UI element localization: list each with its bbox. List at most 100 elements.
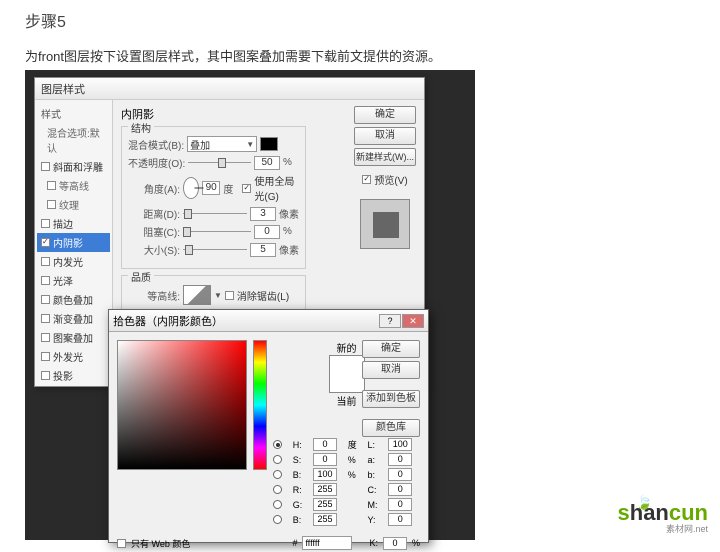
group-title: 品质 <box>128 269 154 284</box>
chevron-down-icon[interactable]: ▼ <box>214 291 222 300</box>
lab-b-field[interactable]: 0 <box>388 468 412 481</box>
size-value[interactable]: 5 <box>250 243 276 257</box>
saturation-value-field[interactable] <box>117 340 247 470</box>
sidebar-item-inner-glow[interactable]: 内发光 <box>37 252 110 271</box>
help-button[interactable]: ? <box>379 314 401 328</box>
sidebar-item-gradient-overlay[interactable]: 渐变叠加 <box>37 309 110 328</box>
sidebar-label: 内阴影 <box>53 235 83 250</box>
sidebar-item-bevel[interactable]: 斜面和浮雕 <box>37 157 110 176</box>
k-field[interactable]: 0 <box>383 537 407 550</box>
angle-dial[interactable] <box>183 177 199 199</box>
h-field[interactable]: 0 <box>313 438 337 451</box>
checkbox-icon[interactable] <box>41 333 50 342</box>
blend-mode-select[interactable]: 叠加▼ <box>187 136 257 152</box>
chevron-down-icon: ▼ <box>246 140 254 149</box>
picker-ok-button[interactable]: 确定 <box>362 340 420 358</box>
sidebar-label: 渐变叠加 <box>53 311 93 326</box>
sidebar-label: 内发光 <box>53 254 83 269</box>
sidebar-head[interactable]: 样式 <box>37 104 110 123</box>
distance-value[interactable]: 3 <box>250 207 276 221</box>
color-picker-dialog: 拾色器（内阴影颜色） ? ✕ 新的 当前 H:0度L:100 S:0%a:0 B… <box>108 309 429 543</box>
s-radio[interactable] <box>273 455 282 464</box>
contour-picker[interactable] <box>183 285 211 305</box>
color-swatch-pair <box>329 355 365 393</box>
checkbox-icon[interactable] <box>41 276 50 285</box>
r-field[interactable]: 255 <box>313 483 337 496</box>
b-field[interactable]: 100 <box>313 468 337 481</box>
ok-button[interactable]: 确定 <box>354 106 416 124</box>
checkbox-icon[interactable] <box>41 162 50 171</box>
sidebar-label: 颜色叠加 <box>53 292 93 307</box>
sidebar-blend[interactable]: 混合选项:默认 <box>37 123 110 157</box>
g-field[interactable]: 255 <box>313 498 337 511</box>
s-field[interactable]: 0 <box>313 453 337 466</box>
sidebar-item-drop-shadow[interactable]: 投影 <box>37 366 110 385</box>
a-field[interactable]: 0 <box>388 453 412 466</box>
web-only-checkbox[interactable] <box>117 539 126 548</box>
sidebar-item-outer-glow[interactable]: 外发光 <box>37 347 110 366</box>
opacity-label: 不透明度(O): <box>128 155 185 170</box>
add-swatch-button[interactable]: 添加到色板 <box>362 390 420 408</box>
checkbox-icon[interactable] <box>47 181 56 190</box>
distance-slider[interactable] <box>183 208 247 220</box>
page-title: 步骤5 <box>0 0 720 32</box>
checkbox-icon[interactable] <box>47 200 56 209</box>
px-unit: 像素 <box>279 206 299 221</box>
sidebar-label: 斜面和浮雕 <box>53 159 103 174</box>
page-description: 为front图层按下设置图层样式，其中图案叠加需要下载前文提供的资源。 <box>0 32 720 65</box>
px-unit: 像素 <box>279 242 299 257</box>
picker-cancel-button[interactable]: 取消 <box>362 361 420 379</box>
shadow-color-swatch[interactable] <box>260 137 278 151</box>
choke-value[interactable]: 0 <box>254 225 280 239</box>
hue-slider[interactable] <box>253 340 267 470</box>
new-style-button[interactable]: 新建样式(W)... <box>354 148 416 166</box>
sidebar-item-contour[interactable]: 等高线 <box>37 176 110 195</box>
color-library-button[interactable]: 颜色库 <box>362 419 420 437</box>
size-slider[interactable] <box>183 244 247 256</box>
sidebar-item-pattern-overlay[interactable]: 图案叠加 <box>37 328 110 347</box>
u: % <box>348 470 365 480</box>
l-field[interactable]: 100 <box>388 438 412 451</box>
new-color-swatch <box>330 356 364 374</box>
bb-field[interactable]: 255 <box>313 513 337 526</box>
bb-radio[interactable] <box>273 515 282 524</box>
group-title: 结构 <box>128 120 154 135</box>
c-field[interactable]: 0 <box>388 483 412 496</box>
angle-label: 角度(A): <box>128 181 180 196</box>
checkbox-icon[interactable] <box>41 371 50 380</box>
size-label: 大小(S): <box>128 242 180 257</box>
sidebar-label: 描边 <box>53 216 73 231</box>
r-radio[interactable] <box>273 485 282 494</box>
m-field[interactable]: 0 <box>388 498 412 511</box>
checkbox-icon[interactable] <box>41 352 50 361</box>
sidebar-item-color-overlay[interactable]: 颜色叠加 <box>37 290 110 309</box>
cancel-button[interactable]: 取消 <box>354 127 416 145</box>
b-radio[interactable] <box>273 470 282 479</box>
opacity-value[interactable]: 50 <box>254 156 280 170</box>
checkbox-icon[interactable] <box>41 257 50 266</box>
y-field[interactable]: 0 <box>388 513 412 526</box>
h-radio[interactable] <box>273 440 282 449</box>
current-color-swatch[interactable] <box>330 374 364 392</box>
opacity-slider[interactable] <box>188 157 251 169</box>
global-light-checkbox[interactable] <box>242 184 251 193</box>
sidebar-label: 投影 <box>53 368 73 383</box>
antialias-checkbox[interactable] <box>225 291 234 300</box>
sidebar-item-texture[interactable]: 纹理 <box>37 195 110 214</box>
leaf-icon: 🍃 <box>636 494 653 511</box>
g-radio[interactable] <box>273 500 282 509</box>
angle-value[interactable]: 90 <box>202 181 221 195</box>
sidebar-item-inner-shadow[interactable]: 内阴影 <box>37 233 110 252</box>
sidebar-item-stroke[interactable]: 描边 <box>37 214 110 233</box>
hex-field[interactable]: ffffff <box>302 536 352 550</box>
checkbox-icon[interactable] <box>41 238 50 247</box>
checkbox-icon[interactable] <box>41 219 50 228</box>
checkbox-icon[interactable] <box>41 295 50 304</box>
sidebar-item-satin[interactable]: 光泽 <box>37 271 110 290</box>
close-button[interactable]: ✕ <box>402 314 424 328</box>
choke-slider[interactable] <box>183 226 251 238</box>
sidebar-label: 图案叠加 <box>53 330 93 345</box>
hash-label: # <box>292 538 297 548</box>
checkbox-icon[interactable] <box>41 314 50 323</box>
preview-checkbox[interactable] <box>362 175 371 184</box>
